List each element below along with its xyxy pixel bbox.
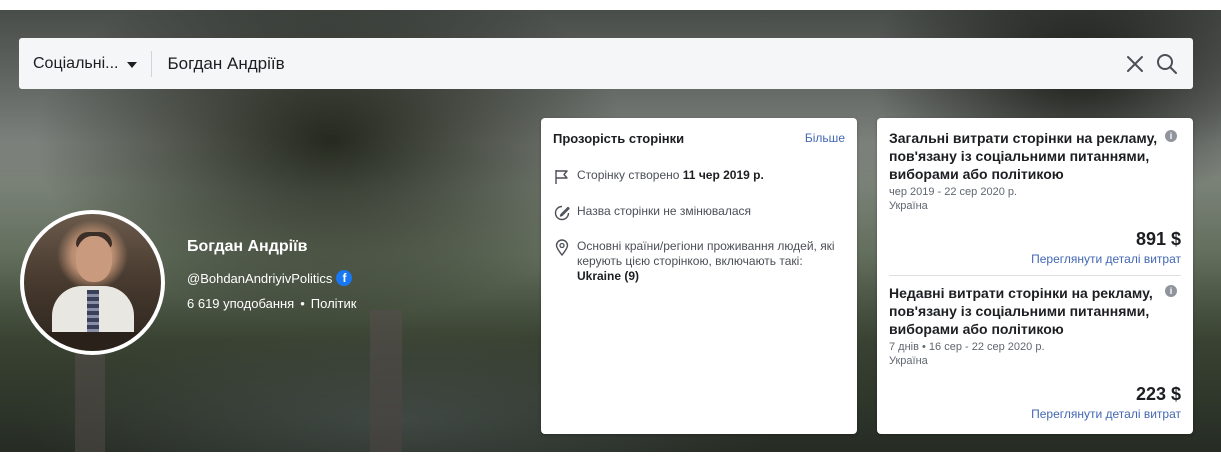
- profile-handle[interactable]: @BohdanAndriyivPolitics: [187, 271, 332, 286]
- facebook-icon[interactable]: f: [336, 270, 353, 286]
- recent-spend-title: Недавні витрати сторінки на рекламу, пов…: [889, 285, 1153, 337]
- total-spend-section: Загальні витрати сторінки на рекламу, по…: [889, 129, 1181, 269]
- ad-spend-card: Загальні витрати сторінки на рекламу, по…: [877, 118, 1193, 434]
- avatar[interactable]: [20, 210, 165, 355]
- profile-handle-row: @BohdanAndriyivPolitics f: [187, 270, 353, 286]
- recent-spend-country: Україна: [889, 355, 928, 367]
- search-button[interactable]: [1151, 48, 1183, 80]
- search-bar: Соціальні...: [19, 38, 1193, 89]
- top-strip: [0, 0, 1221, 10]
- created-prefix: Сторінку створено: [577, 168, 680, 182]
- page-created-row: Сторінку створено 11 чер 2019 р.: [553, 168, 764, 186]
- category-dropdown[interactable]: Соціальні...: [19, 38, 151, 89]
- total-spend-amount: 891 $: [1135, 229, 1181, 249]
- clear-button[interactable]: [1119, 48, 1151, 80]
- flag-icon: [555, 170, 568, 184]
- profile-name[interactable]: Богдан Андріїв: [187, 238, 307, 256]
- spend-divider: [889, 275, 1181, 276]
- bottom-strip: [0, 452, 1221, 459]
- location-pin-icon: [555, 239, 569, 257]
- total-spend-country: Україна: [889, 200, 928, 212]
- close-icon: [1127, 55, 1143, 72]
- page-created-text: Сторінку створено 11 чер 2019 р.: [577, 168, 764, 183]
- name-unchanged-row: Назва сторінки не змінювалася: [553, 204, 751, 222]
- countries-text: Основні країни/регіони проживання людей,…: [577, 239, 842, 284]
- search-icon: [1157, 53, 1177, 74]
- search-input[interactable]: [152, 38, 1119, 89]
- total-spend-details-link[interactable]: Переглянути деталі витрат: [1031, 252, 1181, 266]
- total-spend-title: Загальні витрати сторінки на рекламу, по…: [889, 130, 1158, 182]
- more-link[interactable]: Більше: [805, 131, 845, 145]
- info-icon[interactable]: i: [1165, 130, 1177, 142]
- name-unchanged-text: Назва сторінки не змінювалася: [577, 204, 752, 218]
- countries-row: Основні країни/регіони проживання людей,…: [553, 239, 845, 284]
- profile-stats: 6 619 уподобання • Політик: [187, 296, 356, 311]
- category-label: Соціальні...: [33, 54, 119, 72]
- total-spend-period: чер 2019 - 22 сер 2020 р.: [889, 186, 1018, 198]
- card-title: Прозорість сторінки: [553, 131, 685, 146]
- countries-value: Ukraine (9): [577, 269, 640, 283]
- recent-spend-section: Недавні витрати сторінки на рекламу, пов…: [889, 284, 1181, 424]
- chevron-down-icon: [127, 61, 138, 68]
- recent-spend-amount: 223 $: [1135, 384, 1181, 404]
- avatar-head: [76, 236, 112, 282]
- edit-icon: [554, 205, 570, 221]
- info-icon[interactable]: i: [1165, 285, 1177, 297]
- likes-count: 6 619 уподобання: [187, 296, 295, 311]
- stat-separator: •: [300, 296, 305, 311]
- recent-spend-details-link[interactable]: Переглянути деталі витрат: [1031, 407, 1181, 421]
- page-category: Політик: [310, 296, 357, 311]
- countries-description: Основні країни/регіони проживання людей,…: [577, 239, 835, 268]
- recent-spend-period: 7 днів • 16 сер - 22 сер 2020 р.: [889, 341, 1045, 353]
- page-transparency-card: Прозорість сторінки Більше Сторінку ство…: [541, 118, 857, 434]
- created-date: 11 чер 2019 р.: [682, 168, 764, 182]
